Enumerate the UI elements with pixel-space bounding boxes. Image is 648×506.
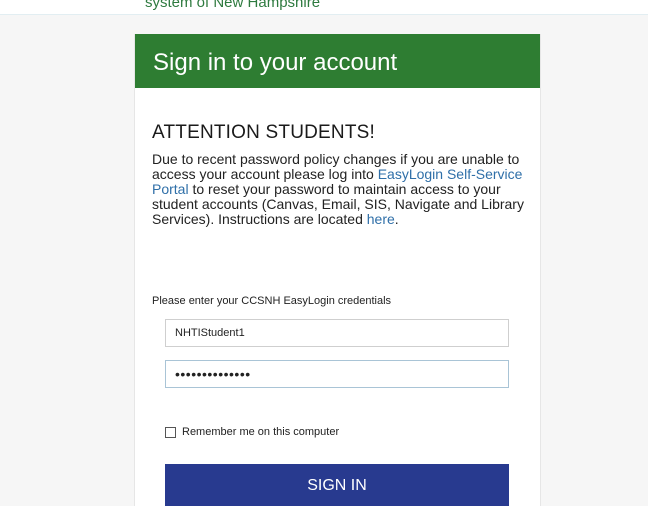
system-name-text: system of New Hampshire [145, 0, 321, 11]
login-page: system of New Hampshire Sign in to your … [0, 0, 648, 506]
sign-in-button[interactable]: SIGN IN [165, 464, 509, 506]
attention-text-end: . [394, 211, 399, 227]
remember-me-checkbox[interactable] [165, 426, 176, 438]
top-banner: system of New Hampshire [0, 0, 648, 15]
signin-header: Sign in to your account [135, 34, 540, 88]
signin-card: Sign in to your account ATTENTION STUDEN… [134, 34, 541, 506]
username-input[interactable] [165, 319, 509, 347]
instructions-here-link[interactable]: here [367, 211, 395, 227]
remember-me-row[interactable]: Remember me on this computer [165, 426, 339, 438]
attention-heading: ATTENTION STUDENTS! [152, 122, 376, 143]
attention-text-after: to reset your password to maintain acces… [152, 181, 524, 227]
attention-message: Due to recent password policy changes if… [152, 152, 524, 227]
remember-me-label[interactable]: Remember me on this computer [182, 426, 339, 438]
password-input[interactable] [165, 360, 509, 388]
credentials-label: Please enter your CCSNH EasyLogin creden… [152, 295, 392, 307]
